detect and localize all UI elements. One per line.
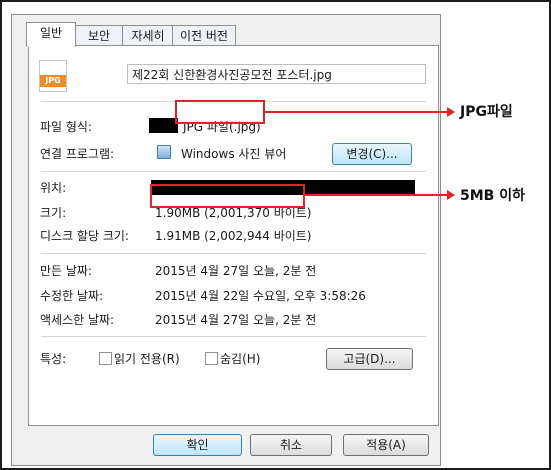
open-with-value: Windows 사진 뷰어 [181,147,287,161]
disk-size-label: 디스크 할당 크기: [40,229,129,243]
hidden-checkbox[interactable] [205,352,218,365]
location-label: 위치: [40,181,67,195]
created-label: 만든 날짜: [40,264,93,278]
annotation-line [263,111,447,113]
jpg-annotation: JPG파일 [460,104,513,120]
arrow-right-icon [447,190,455,200]
divider [41,171,426,172]
photo-viewer-icon [157,145,171,159]
divider [41,336,426,337]
modified-label: 수정한 날짜: [40,289,104,303]
attributes-label: 특성: [40,352,67,366]
size-annotation: 5MB 이하 [460,188,525,204]
readonly-checkbox[interactable] [99,352,112,365]
annotation-line [303,194,447,196]
tab-previous-versions[interactable]: 이전 버전 [172,25,236,46]
ok-button[interactable]: 확인 [153,434,242,456]
open-with-label: 연결 프로그램: [40,147,115,161]
tab-details[interactable]: 자세히 [122,25,174,46]
arrow-right-icon [447,107,455,117]
accessed-value: 2015년 4월 27일 오늘, 2분 전 [155,313,317,327]
cancel-button[interactable]: 취소 [250,434,332,456]
jpg-file-icon: JPG [39,60,67,92]
modified-value: 2015년 4월 22일 수요일, 오후 3:58:26 [155,289,366,303]
redaction-block [149,118,178,133]
tab-general[interactable]: 일반 [26,22,76,47]
file-type-label: 파일 형식: [40,120,93,134]
size-label: 크기: [40,206,67,220]
file-type-highlight [175,100,265,124]
hidden-label: 숨김(H) [220,352,261,366]
apply-button[interactable]: 적용(A) [343,434,429,456]
advanced-button[interactable]: 고급(D)... [326,348,413,370]
created-value: 2015년 4월 27일 오늘, 2분 전 [155,264,317,278]
readonly-label: 읽기 전용(R) [114,352,180,366]
accessed-label: 액세스한 날짜: [40,313,115,327]
change-program-button[interactable]: 변경(C)... [332,143,412,165]
properties-dialog: 일반 보안 자세히 이전 버전 JPG 제22회 신한환경사진공모전 포스터.j… [11,14,441,466]
divider [41,253,426,254]
tab-security[interactable]: 보안 [74,25,124,46]
size-highlight [150,184,305,208]
file-name-input[interactable]: 제22회 신한환경사진공모전 포스터.jpg [127,64,426,84]
disk-size-value: 1.91MB (2,002,944 바이트) [155,229,312,243]
